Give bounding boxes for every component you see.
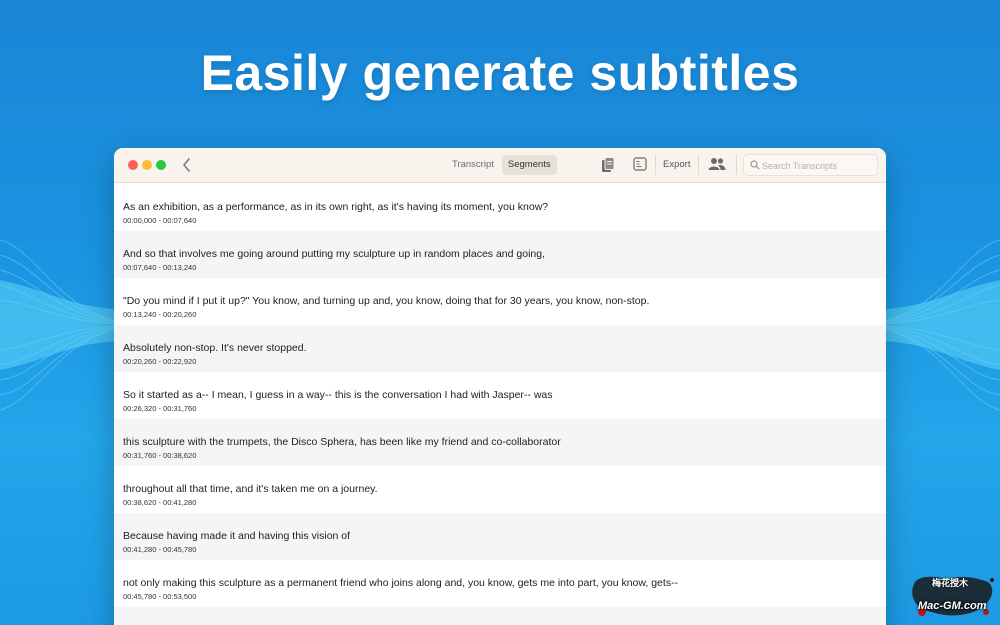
segment-timestamp: 00:20,260 - 00:22,920: [123, 357, 197, 366]
headline: Easily generate subtitles: [200, 45, 800, 101]
watermark-logo: 梅花授木 Mac-GM.com: [908, 572, 996, 620]
view-segmented-control: Transcript Segments: [446, 155, 557, 175]
list-item[interactable]: not only making this sculpture as a perm…: [114, 560, 886, 607]
people-icon[interactable]: [708, 157, 726, 171]
toolbar-divider: [698, 155, 699, 175]
segment-text: not only making this sculpture as a perm…: [123, 577, 679, 589]
search-field[interactable]: [743, 154, 878, 176]
segment-text: So it started as a-- I mean, I guess in …: [123, 389, 553, 401]
copy-document-icon[interactable]: [601, 157, 615, 173]
zoom-window-button[interactable]: [156, 160, 166, 170]
list-item[interactable]: Because having made it and having this v…: [114, 513, 886, 560]
toolbar-divider: [655, 155, 656, 175]
chevron-left-icon[interactable]: [180, 156, 194, 174]
segment-timestamp: 00:00,000 - 00:07,640: [123, 216, 197, 225]
segment-text: this sculpture with the trumpets, the Di…: [123, 436, 561, 448]
search-input[interactable]: [762, 158, 874, 173]
segment-text: throughout all that time, and it's taken…: [123, 483, 378, 495]
toolbar: Transcript Segments Export: [114, 148, 886, 183]
tab-segments[interactable]: Segments: [501, 155, 557, 175]
segment-text: Absolutely non-stop. It's never stopped.: [123, 342, 307, 354]
list-item[interactable]: And so that involves me going around put…: [114, 231, 886, 278]
watermark-site: Mac-GM.com: [918, 600, 987, 612]
segment-timestamp: 00:41,280 - 00:45,780: [123, 545, 197, 554]
list-item[interactable]: this sculpture with the trumpets, the Di…: [114, 419, 886, 466]
sidebar-toggle-icon[interactable]: [633, 157, 647, 171]
list-item[interactable]: [114, 607, 886, 625]
tab-transcript[interactable]: Transcript: [446, 155, 500, 175]
toolbar-divider: [736, 155, 737, 175]
minimize-window-button[interactable]: [142, 160, 152, 170]
segment-text: "Do you mind if I put it up?" You know, …: [123, 295, 650, 307]
list-item[interactable]: So it started as a-- I mean, I guess in …: [114, 372, 886, 419]
segment-timestamp: 00:07,640 - 00:13,240: [123, 263, 197, 272]
list-item[interactable]: throughout all that time, and it's taken…: [114, 466, 886, 513]
watermark-text: 梅花授木: [932, 578, 969, 588]
list-item[interactable]: As an exhibition, as a performance, as i…: [114, 184, 886, 231]
list-item[interactable]: "Do you mind if I put it up?" You know, …: [114, 278, 886, 325]
magnifying-glass-icon: [750, 160, 760, 170]
list-item[interactable]: Absolutely non-stop. It's never stopped.…: [114, 325, 886, 372]
export-button[interactable]: Export: [663, 159, 690, 170]
app-window: Transcript Segments Export Search Transc…: [114, 148, 886, 625]
segment-text: Because having made it and having this v…: [123, 530, 351, 542]
segment-timestamp: 00:38,620 - 00:41,280: [123, 498, 197, 507]
segments-list: As an exhibition, as a performance, as i…: [114, 184, 886, 625]
segment-timestamp: 00:31,760 - 00:38,620: [123, 451, 197, 460]
segment-timestamp: 00:45,780 - 00:53,500: [123, 592, 197, 601]
segment-timestamp: 00:26,320 - 00:31,760: [123, 404, 197, 413]
segment-text: And so that involves me going around put…: [123, 248, 546, 260]
segment-timestamp: 00:13,240 - 00:20,260: [123, 310, 197, 319]
close-window-button[interactable]: [128, 160, 138, 170]
segment-text: As an exhibition, as a performance, as i…: [123, 201, 549, 213]
